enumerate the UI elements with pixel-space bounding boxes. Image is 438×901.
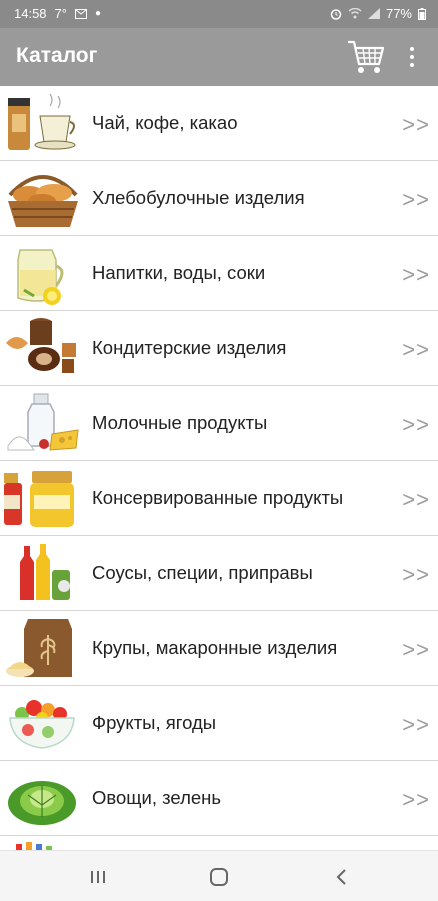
signal-icon	[367, 8, 380, 19]
flour-sack-icon	[6, 619, 72, 677]
alarm-icon	[330, 8, 342, 20]
stationery-icon	[16, 842, 52, 850]
clock: 14:58	[14, 6, 47, 21]
chevron-right-icon: >>	[402, 562, 430, 587]
chevron-right-icon: >>	[402, 112, 430, 137]
catalog-item-sauces[interactable]: Соусы, специи, приправы >>	[0, 536, 438, 611]
chevron-right-icon: >>	[402, 187, 430, 212]
catalog-item-bakery[interactable]: Хлебобулочные изделия >>	[0, 161, 438, 236]
battery-percent: 77%	[385, 6, 412, 21]
recent-apps-icon[interactable]	[84, 863, 112, 891]
bread-basket-icon	[8, 175, 78, 227]
catalog-item-label: Чай, кофе, какао	[92, 112, 238, 133]
catalog-item-vegetables[interactable]: Овощи, зелень >>	[0, 761, 438, 836]
catalog-item-label: Молочные продукты	[92, 412, 268, 433]
catalog-item-confectionery[interactable]: Кондитерские изделия >>	[0, 311, 438, 386]
chevron-right-icon: >>	[402, 487, 430, 512]
chevron-right-icon: >>	[402, 412, 430, 437]
mail-icon	[74, 8, 87, 19]
pastry-icon	[6, 318, 76, 373]
catalog-item-label: Консервированные продукты	[92, 487, 344, 508]
wifi-icon	[348, 8, 362, 19]
catalog-item-label: Напитки, воды, соки	[92, 262, 266, 283]
home-icon[interactable]	[205, 863, 233, 891]
status-bar: 14:58 7° ● 77%	[0, 0, 438, 28]
catalog-item-partial[interactable]	[0, 836, 438, 850]
cart-icon[interactable]	[346, 38, 386, 76]
temperature: 7°	[54, 6, 67, 21]
battery-icon	[418, 7, 426, 20]
page-title: Каталог	[16, 44, 98, 67]
app-bar: Каталог	[0, 28, 438, 86]
system-nav-bar	[0, 850, 438, 901]
catalog-item-label: Фрукты, ягоды	[92, 712, 217, 733]
overflow-menu-icon[interactable]	[404, 42, 420, 72]
fruit-bowl-icon	[9, 700, 75, 749]
notification-dot-icon: ●	[94, 8, 102, 19]
chevron-right-icon: >>	[402, 637, 430, 662]
cabbage-icon	[8, 781, 76, 825]
catalog-item-tea-coffee[interactable]: Чай, кофе, какао >>	[0, 86, 438, 161]
milk-cheese-icon	[7, 393, 79, 451]
catalog-item-label: Кондитерские изделия	[92, 337, 287, 358]
catalog-list: Чай, кофе, какао >> Хлебобулочные издели…	[0, 86, 438, 850]
catalog-item-fruits[interactable]: Фрукты, ягоды >>	[0, 686, 438, 761]
chevron-right-icon: >>	[402, 787, 430, 812]
juice-jug-icon	[17, 249, 64, 305]
tea-coffee-icon	[8, 93, 76, 150]
catalog-item-grains[interactable]: Крупы, макаронные изделия >>	[0, 611, 438, 686]
catalog-item-dairy[interactable]: Молочные продукты >>	[0, 386, 438, 461]
catalog-item-label: Соусы, специи, приправы	[92, 562, 313, 583]
chevron-right-icon: >>	[402, 337, 430, 362]
sauce-bottles-icon	[20, 544, 70, 600]
catalog-item-canned[interactable]: Консервированные продукты >>	[0, 461, 438, 536]
catalog-item-label: Овощи, зелень	[92, 787, 222, 808]
catalog-item-drinks[interactable]: Напитки, воды, соки >>	[0, 236, 438, 311]
catalog-item-label: Хлебобулочные изделия	[92, 187, 305, 208]
back-icon[interactable]	[328, 863, 356, 891]
chevron-right-icon: >>	[402, 712, 430, 737]
catalog-item-label: Крупы, макаронные изделия	[92, 637, 338, 658]
chevron-right-icon: >>	[402, 262, 430, 287]
jars-icon	[4, 471, 74, 527]
